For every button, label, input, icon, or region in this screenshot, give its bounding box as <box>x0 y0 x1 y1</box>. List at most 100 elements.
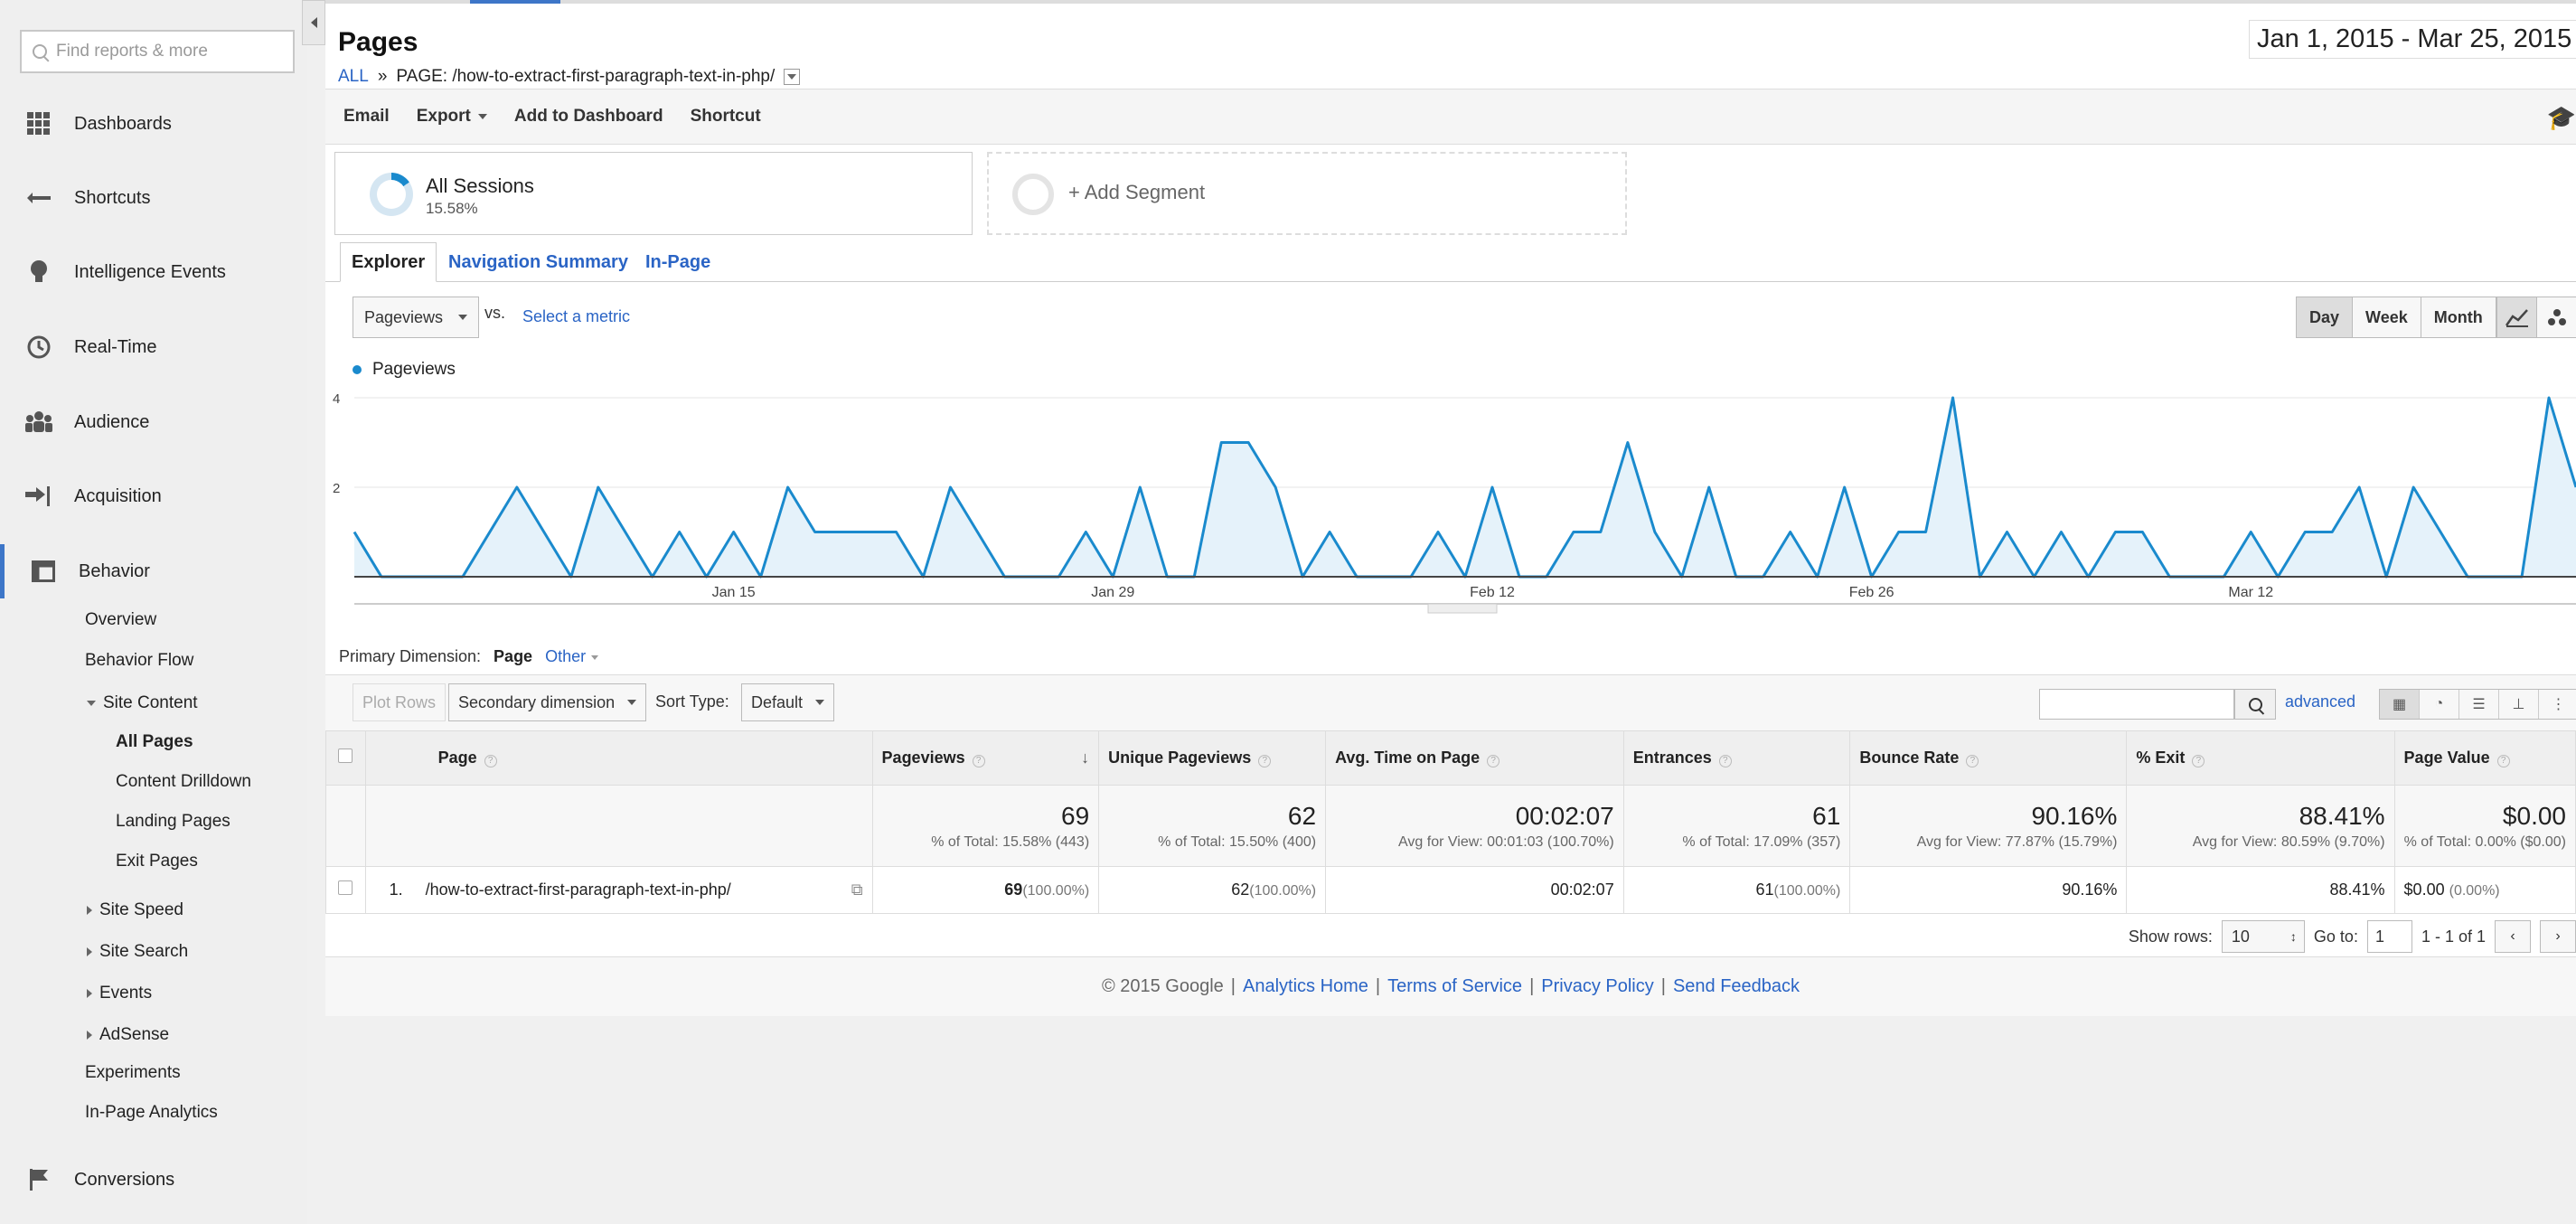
help-icon[interactable]: ? <box>1718 755 1732 767</box>
metric-dropdown[interactable]: Pageviews <box>353 297 479 338</box>
month-button[interactable]: Month <box>2421 297 2496 337</box>
segment-all-sessions[interactable]: All Sessions 15.58% <box>334 152 973 235</box>
nav-behavior[interactable]: Behavior <box>0 544 307 598</box>
comparison-view-icon[interactable]: ⊥ <box>2499 690 2539 719</box>
pivot-view-icon[interactable]: ⋮ <box>2539 690 2576 719</box>
report-toolbar: Email Export Add to Dashboard Shortcut 🎓 <box>325 89 2576 145</box>
col-avg-time[interactable]: Avg. Time on Page? <box>1325 730 1624 786</box>
goto-input[interactable]: 1 <box>2366 920 2412 953</box>
behavior-flow[interactable]: Behavior Flow <box>85 651 193 671</box>
help-icon[interactable]: ? <box>1487 755 1500 767</box>
behavior-overview[interactable]: Overview <box>85 610 156 630</box>
table-filter-input[interactable] <box>2039 689 2234 720</box>
total-sub: Avg for View: 00:01:03 (100.70%) <box>1398 833 1614 850</box>
plot-rows-button[interactable]: Plot Rows <box>353 683 447 721</box>
col-unique-pageviews[interactable]: Unique Pageviews? <box>1098 730 1327 786</box>
col-pageviews[interactable]: Pageviews? ↓ <box>871 730 1100 786</box>
add-to-dashboard-button[interactable]: Add to Dashboard <box>514 107 663 127</box>
nav-audience[interactable]: Audience <box>0 395 307 449</box>
nav-real-time[interactable]: Real-Time <box>0 320 307 374</box>
select-metric-link[interactable]: Select a metric <box>522 307 630 326</box>
site-speed-toggle[interactable]: Site Speed <box>87 900 183 920</box>
nav-label: Intelligence Events <box>74 261 226 282</box>
analytics-home-link[interactable]: Analytics Home <box>1243 976 1368 997</box>
primary-dimension-page[interactable]: Page <box>494 647 532 666</box>
help-icon[interactable]: ? <box>1966 755 1979 767</box>
help-icon[interactable]: ? <box>2192 755 2205 767</box>
nav-intelligence-events[interactable]: Intelligence Events <box>0 245 307 299</box>
row-pct: (100.00%) <box>1022 883 1090 899</box>
help-icon[interactable]: ? <box>972 755 985 767</box>
table-search-button[interactable] <box>2234 689 2276 720</box>
nav-shortcuts[interactable]: Shortcuts <box>0 171 307 225</box>
col-entrances[interactable]: Entrances? <box>1622 730 1851 786</box>
row-bounce: 90.16% <box>1849 866 2128 914</box>
row-pageviews: 69(100.00%) <box>871 866 1100 914</box>
row-number: 1. <box>389 880 403 899</box>
date-end: Mar 25, 2015 <box>2417 24 2572 53</box>
content-drilldown-link[interactable]: Content Drilldown <box>116 772 251 792</box>
table-view-icon[interactable]: ▦ <box>2380 690 2420 719</box>
open-link-icon[interactable]: ⧉ <box>851 880 863 899</box>
breadcrumb-dropdown-button[interactable] <box>784 69 801 85</box>
day-button[interactable]: Day <box>2297 297 2354 337</box>
next-page-button[interactable]: › <box>2540 920 2576 953</box>
performance-view-icon[interactable]: ☰ <box>2459 690 2499 719</box>
breadcrumb-all-link[interactable]: ALL <box>338 67 369 87</box>
date-range-picker[interactable]: Jan 1, 2015 - Mar 25, 2015 <box>2249 20 2576 59</box>
in-page-analytics-link[interactable]: In-Page Analytics <box>85 1103 218 1123</box>
pie-view-icon[interactable]: ◔ <box>2420 690 2459 719</box>
exit-pages-link[interactable]: Exit Pages <box>116 852 198 871</box>
experiments-link[interactable]: Experiments <box>85 1063 181 1083</box>
line-chart-icon[interactable] <box>2497 297 2537 337</box>
secondary-dimension-dropdown[interactable]: Secondary dimension <box>448 683 647 721</box>
primary-dimension-other[interactable]: Other <box>545 647 598 666</box>
row-page-link[interactable]: /how-to-extract-first-paragraph-text-in-… <box>426 880 731 899</box>
site-search-toggle[interactable]: Site Search <box>87 942 188 962</box>
tab-navigation-summary[interactable]: Navigation Summary <box>437 242 639 282</box>
loading-bar <box>325 0 2576 4</box>
report-search-input[interactable]: Find reports & more <box>20 30 295 73</box>
shortcut-button[interactable]: Shortcut <box>691 107 761 127</box>
select-all-checkbox[interactable] <box>325 730 366 786</box>
motion-chart-icon[interactable] <box>2537 297 2576 337</box>
col-page[interactable]: Page? <box>364 730 873 786</box>
nav-label: Dashboards <box>74 113 172 134</box>
advanced-filter-link[interactable]: advanced <box>2285 692 2355 711</box>
col-page-value[interactable]: Page Value? <box>2393 730 2576 786</box>
feedback-link[interactable]: Send Feedback <box>1673 976 1800 997</box>
export-button[interactable]: Export <box>417 107 487 127</box>
nav-dashboards[interactable]: Dashboards <box>0 97 307 151</box>
landing-pages-link[interactable]: Landing Pages <box>116 812 230 832</box>
graduation-cap-icon[interactable]: 🎓 <box>2547 104 2576 132</box>
terms-link[interactable]: Terms of Service <box>1387 976 1522 997</box>
nav-acquisition[interactable]: Acquisition <box>0 469 307 523</box>
nav-conversions[interactable]: Conversions <box>0 1153 307 1207</box>
help-icon[interactable]: ? <box>484 755 497 767</box>
chevron-right-icon <box>87 905 92 915</box>
week-button[interactable]: Week <box>2353 297 2421 337</box>
email-button[interactable]: Email <box>343 107 390 127</box>
col-exit[interactable]: % Exit? <box>2126 730 2395 786</box>
sort-type-dropdown[interactable]: Default <box>741 683 835 721</box>
events-toggle[interactable]: Events <box>87 984 152 1003</box>
search-placeholder: Find reports & more <box>56 42 208 61</box>
show-rows-label: Show rows: <box>2128 927 2213 946</box>
row-checkbox[interactable] <box>338 880 353 895</box>
col-bounce-rate[interactable]: Bounce Rate? <box>1849 730 2128 786</box>
sidebar-collapse-button[interactable] <box>302 0 325 45</box>
sort-arrow-down-icon: ↓ <box>1081 749 1090 767</box>
prev-page-button[interactable]: ‹ <box>2495 920 2531 953</box>
site-content-toggle[interactable]: Site Content <box>87 693 198 713</box>
all-pages-link[interactable]: All Pages <box>116 732 193 752</box>
legend-swatch <box>353 365 362 374</box>
add-segment-button[interactable]: + Add Segment <box>987 152 1627 235</box>
tab-explorer[interactable]: Explorer <box>340 242 437 282</box>
show-rows-select[interactable]: 10 <box>2221 920 2305 953</box>
adsense-toggle[interactable]: AdSense <box>87 1025 169 1045</box>
checkbox[interactable] <box>338 749 353 763</box>
help-icon[interactable]: ? <box>2496 755 2510 767</box>
privacy-link[interactable]: Privacy Policy <box>1541 976 1653 997</box>
tab-in-page[interactable]: In-Page <box>635 242 721 282</box>
help-icon[interactable]: ? <box>1258 755 1272 767</box>
